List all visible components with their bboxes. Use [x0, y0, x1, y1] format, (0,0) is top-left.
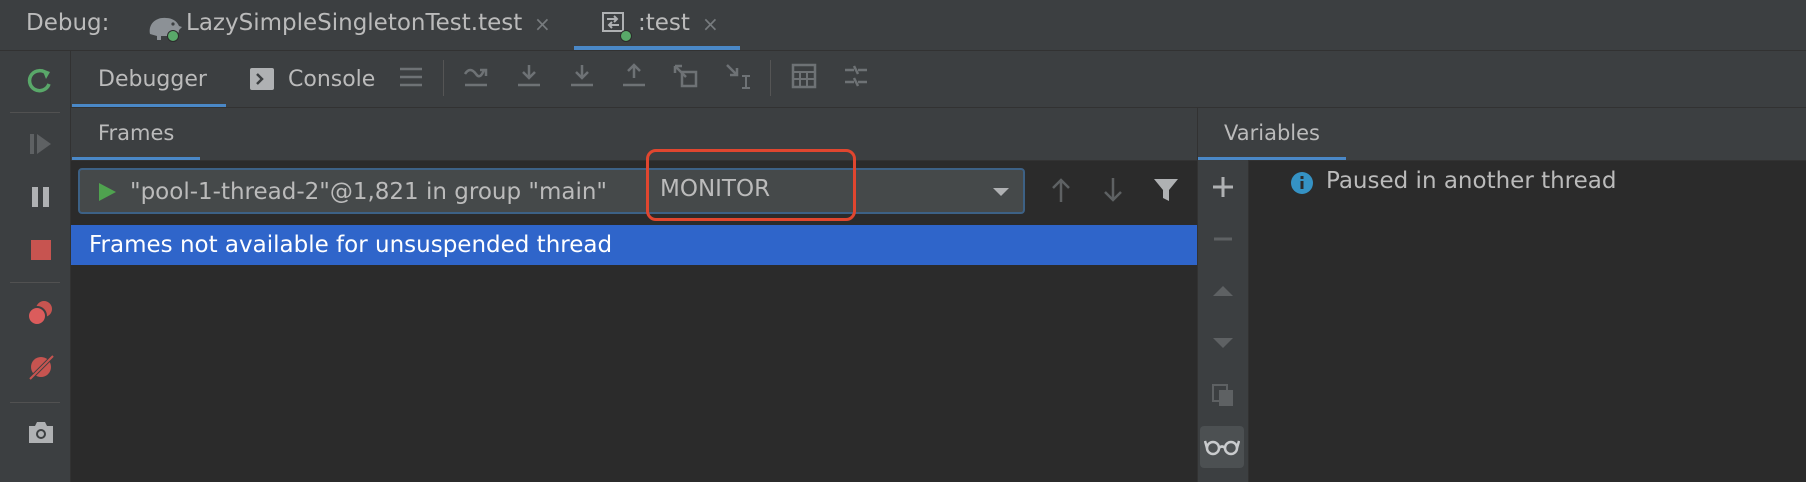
glasses-icon [1204, 434, 1240, 460]
drop-frame-icon[interactable] [672, 62, 700, 90]
step-into-icon[interactable] [568, 62, 596, 90]
debug-label: Debug: [26, 10, 110, 36]
menu-icon[interactable] [398, 64, 424, 90]
close-icon[interactable]: × [702, 12, 719, 36]
frames-tab-indicator [72, 157, 200, 160]
highlight-annotation-box [646, 149, 856, 221]
previous-frame-icon[interactable] [1048, 176, 1074, 204]
run-to-cursor-icon[interactable] [724, 62, 754, 90]
filter-icon[interactable] [1152, 176, 1180, 204]
tab-test[interactable]: :test × [590, 0, 740, 50]
move-up-icon[interactable] [1210, 278, 1236, 304]
step-over-icon[interactable] [515, 62, 543, 90]
toolbar-separator [770, 60, 771, 96]
toolbar-separator [443, 60, 444, 96]
info-icon [1290, 171, 1314, 195]
console-icon [250, 68, 274, 90]
tab-lazy-simple-singleton-test[interactable]: LazySimpleSingletonTest.test × [140, 0, 560, 50]
variables-panel [1198, 108, 1806, 482]
toolbar-separator [10, 282, 60, 283]
thread-selector[interactable]: "pool-1-thread-2"@1,821 in group "main" [78, 168, 1025, 214]
pause-icon[interactable] [28, 184, 54, 210]
tab-label: :test [638, 10, 690, 36]
mute-breakpoints-icon[interactable] [26, 352, 56, 382]
show-execution-point-icon[interactable] [462, 62, 490, 90]
step-out-icon[interactable] [620, 62, 648, 90]
move-down-icon[interactable] [1210, 330, 1236, 356]
remove-icon[interactable] [1210, 226, 1236, 252]
camera-icon[interactable] [26, 418, 56, 446]
stop-icon[interactable] [29, 238, 53, 262]
trace-icon[interactable] [842, 62, 870, 90]
rerun-icon[interactable] [25, 66, 55, 96]
resume-icon[interactable] [27, 130, 55, 158]
frames-title: Frames [98, 121, 175, 145]
close-icon[interactable]: × [534, 12, 551, 36]
toolbar-separator [10, 402, 60, 403]
tab-console[interactable]: Console [240, 51, 390, 107]
view-breakpoints-icon[interactable] [26, 298, 56, 328]
tab-label: LazySimpleSingletonTest.test [186, 10, 523, 36]
add-icon[interactable] [1210, 174, 1236, 200]
running-status-dot [167, 30, 179, 42]
next-frame-icon[interactable] [1100, 176, 1126, 204]
evaluate-expression-icon[interactable] [790, 62, 818, 90]
thread-name: "pool-1-thread-2"@1,821 in group "main" [130, 179, 608, 205]
active-subtab-indicator [72, 104, 226, 107]
toolbar-separator [10, 112, 60, 113]
frames-message: Frames not available for unsuspended thr… [89, 232, 613, 258]
frames-panel-header [71, 108, 1197, 161]
frames-panel [71, 108, 1197, 482]
chevron-down-icon [992, 186, 1010, 198]
active-tab-indicator [574, 46, 740, 50]
running-status-dot [620, 30, 632, 42]
variables-title: Variables [1224, 121, 1320, 145]
frames-list-row[interactable]: Frames not available for unsuspended thr… [71, 225, 1197, 265]
copy-icon[interactable] [1210, 382, 1236, 408]
running-thread-icon [96, 181, 118, 203]
tab-debugger[interactable]: Debugger [72, 51, 226, 107]
tab-label: Debugger [98, 67, 207, 92]
variables-message: Paused in another thread [1326, 168, 1617, 194]
tab-label: Console [288, 67, 376, 92]
